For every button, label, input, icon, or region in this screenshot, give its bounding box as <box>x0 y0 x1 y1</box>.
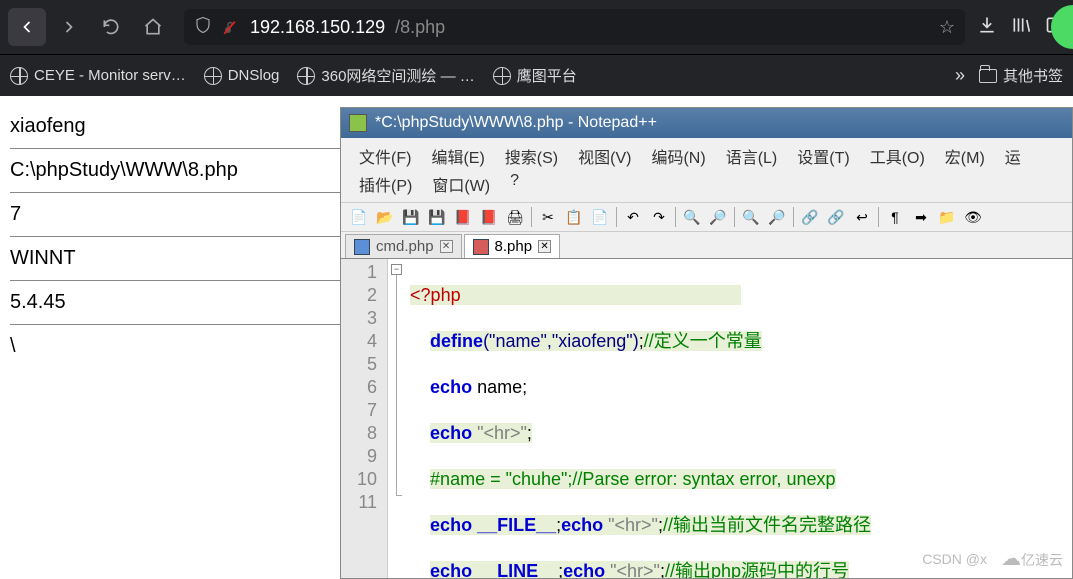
show-chars-icon[interactable]: ¶ <box>883 205 907 229</box>
bookmark-star-icon[interactable]: ☆ <box>939 17 955 38</box>
output-line: 7 <box>10 193 340 236</box>
watermark: CSDN @x ☁亿速云 <box>922 546 1063 571</box>
notepad-title-text: *C:\phpStudy\WWW\8.php - Notepad++ <box>375 114 657 132</box>
back-button[interactable] <box>8 8 46 46</box>
output-line: \ <box>10 325 340 368</box>
close-icon[interactable]: 📕 <box>451 205 475 229</box>
disk-icon <box>354 239 370 255</box>
bookmark-item[interactable]: DNSlog <box>204 67 280 85</box>
forward-button[interactable] <box>50 8 88 46</box>
replace-icon[interactable]: 🔎 <box>706 205 730 229</box>
disk-modified-icon <box>473 239 489 255</box>
downloads-icon[interactable] <box>977 15 997 40</box>
bookmarks-bar: CEYE - Monitor serv… DNSlog 360网络空间测绘 — … <box>0 54 1073 96</box>
line-gutter: 1234567891011 <box>341 259 388 578</box>
notepad-toolbar: 📄 📂 💾 💾 📕 📕 🖨 ✂ 📋 📄 ↶ ↷ 🔍 🔎 🔍 🔎 🔗 🔗 ↩ ¶ … <box>341 202 1072 232</box>
bookmark-item[interactable]: CEYE - Monitor serv… <box>10 67 186 85</box>
menu-encoding[interactable]: 编码(N) <box>641 142 715 170</box>
code-area[interactable]: <?php define("name","xiaofeng");//定义一个常量… <box>406 259 931 578</box>
folder-icon[interactable]: 📁 <box>935 205 959 229</box>
menu-plugins[interactable]: 插件(P) <box>349 170 422 198</box>
menu-view[interactable]: 视图(V) <box>568 142 641 170</box>
zoom-out-icon[interactable]: 🔎 <box>765 205 789 229</box>
find-icon[interactable]: 🔍 <box>680 205 704 229</box>
output-line: C:\phpStudy\WWW\8.php <box>10 149 340 192</box>
reload-button[interactable] <box>92 8 130 46</box>
bookmarks-overflow[interactable]: » <box>955 65 965 86</box>
sync-v-icon[interactable]: 🔗 <box>798 205 822 229</box>
url-host: 192.168.150.129 <box>250 17 385 38</box>
globe-icon <box>493 67 511 85</box>
menu-macro[interactable]: 宏(M) <box>935 142 995 170</box>
menu-run[interactable]: 运 <box>995 142 1031 170</box>
globe-icon <box>10 67 28 85</box>
tab-close-icon[interactable]: ✕ <box>440 240 453 253</box>
watermark-csdn: CSDN @x <box>922 551 987 567</box>
fold-minus-icon[interactable]: − <box>391 264 402 275</box>
output-line: 5.4.45 <box>10 281 340 324</box>
extension-indicator[interactable] <box>1051 5 1073 49</box>
shield-icon[interactable] <box>194 16 212 39</box>
home-button[interactable] <box>134 8 172 46</box>
bookmark-item[interactable]: 鹰图平台 <box>493 65 577 86</box>
open-file-icon[interactable]: 📂 <box>373 205 397 229</box>
editor-tab-active[interactable]: 8.php ✕ <box>464 234 561 258</box>
new-file-icon[interactable]: 📄 <box>347 205 371 229</box>
tab-close-icon[interactable]: ✕ <box>538 240 551 253</box>
editor-tab[interactable]: cmd.php ✕ <box>345 234 462 258</box>
zoom-in-icon[interactable]: 🔍 <box>739 205 763 229</box>
menu-search[interactable]: 搜索(S) <box>495 142 568 170</box>
globe-icon <box>204 67 222 85</box>
url-bar[interactable]: 192.168.150.129/8.php ☆ <box>184 9 965 45</box>
sync-h-icon[interactable]: 🔗 <box>824 205 848 229</box>
cut-icon[interactable]: ✂ <box>536 205 560 229</box>
globe-icon <box>297 67 315 85</box>
notepad-titlebar[interactable]: *C:\phpStudy\WWW\8.php - Notepad++ <box>341 108 1072 138</box>
wrap-icon[interactable]: ↩ <box>850 205 874 229</box>
page-output: xiaofeng C:\phpStudy\WWW\8.php 7 WINNT 5… <box>10 105 340 368</box>
notepad-app-icon <box>349 114 367 132</box>
save-all-icon[interactable]: 💾 <box>425 205 449 229</box>
print-icon[interactable]: 🖨 <box>503 205 527 229</box>
close-all-icon[interactable]: 📕 <box>477 205 501 229</box>
menu-settings[interactable]: 设置(T) <box>787 142 859 170</box>
copy-icon[interactable]: 📋 <box>562 205 586 229</box>
menu-language[interactable]: 语言(L) <box>716 142 788 170</box>
watermark-cloud: ☁亿速云 <box>1001 546 1063 571</box>
notepad-menubar: 文件(F) 编辑(E) 搜索(S) 视图(V) 编码(N) 语言(L) 设置(T… <box>341 138 1072 202</box>
other-bookmarks[interactable]: 其他书签 <box>979 65 1063 86</box>
output-line: xiaofeng <box>10 105 340 148</box>
url-path: /8.php <box>395 17 445 38</box>
menu-edit[interactable]: 编辑(E) <box>421 142 494 170</box>
menu-tools[interactable]: 工具(O) <box>860 142 935 170</box>
library-icon[interactable] <box>1011 15 1031 40</box>
output-line: WINNT <box>10 237 340 280</box>
browser-nav-bar: 192.168.150.129/8.php ☆ <box>0 0 1073 54</box>
menu-window[interactable]: 窗口(W) <box>422 170 500 198</box>
save-icon[interactable]: 💾 <box>399 205 423 229</box>
indent-icon[interactable]: ➡ <box>909 205 933 229</box>
code-editor[interactable]: 1234567891011 − <?php define("name","xia… <box>341 259 1072 578</box>
menu-file[interactable]: 文件(F) <box>349 142 421 170</box>
blocked-icon[interactable] <box>222 18 240 36</box>
menu-help[interactable]: ? <box>500 170 529 198</box>
notepad-window: *C:\phpStudy\WWW\8.php - Notepad++ 文件(F)… <box>340 107 1073 579</box>
folder-icon <box>979 69 997 83</box>
paste-icon[interactable]: 📄 <box>588 205 612 229</box>
undo-icon[interactable]: ↶ <box>621 205 645 229</box>
notepad-tabs: cmd.php ✕ 8.php ✕ <box>341 232 1072 259</box>
bookmark-item[interactable]: 360网络空间测绘 — … <box>297 65 474 86</box>
redo-icon[interactable]: ↷ <box>647 205 671 229</box>
fold-column[interactable]: − <box>388 259 406 578</box>
monitor-icon[interactable]: 👁 <box>961 205 985 229</box>
